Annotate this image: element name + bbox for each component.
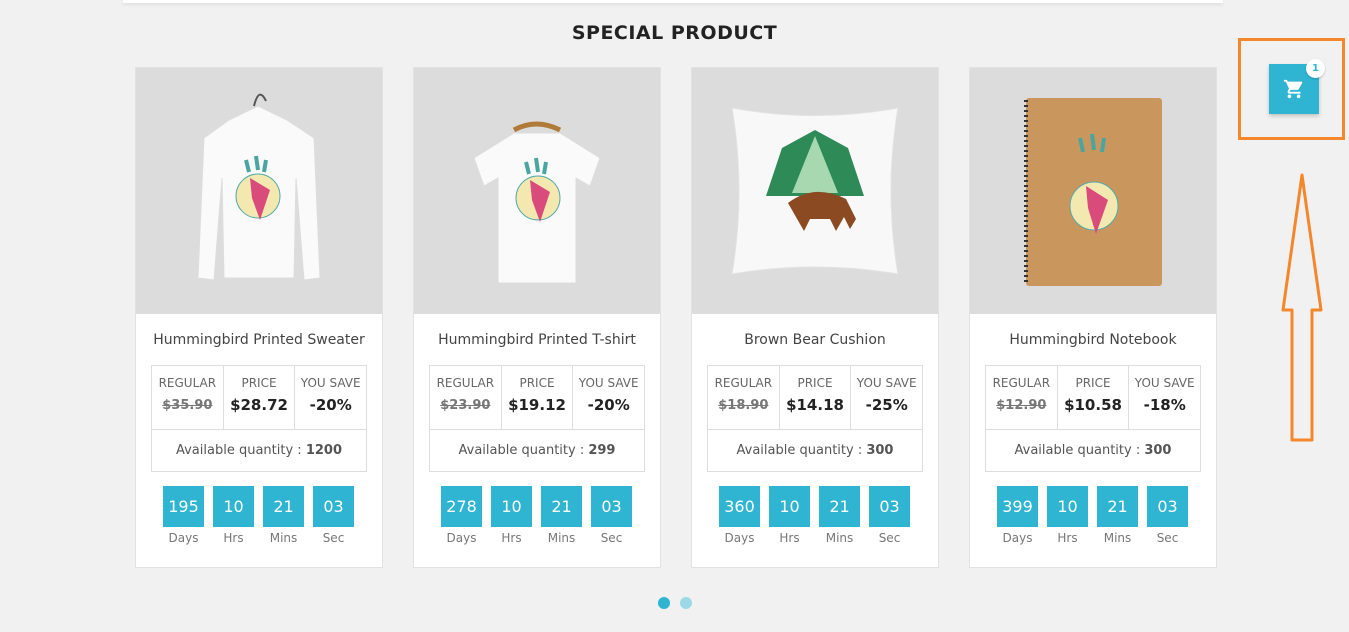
cart-icon [1283, 79, 1303, 99]
available-quantity: Available quantity : 299 [458, 443, 616, 458]
seconds-label: Sec [322, 531, 345, 545]
countdown-hours: 10 [1047, 486, 1088, 527]
regular-price: $35.90 [162, 398, 213, 413]
save-percent: -18% [1143, 396, 1186, 414]
regular-label: REGULAR [158, 376, 217, 390]
countdown: 360 Days 10 Hrs 21 Mins 03 Sec [719, 486, 919, 546]
seconds-label: Sec [600, 531, 623, 545]
minutes-label: Mins [1103, 531, 1132, 545]
you-save-label: YOU SAVE [1134, 376, 1195, 390]
current-price: $10.58 [1064, 396, 1122, 414]
price-table: REGULAR $18.90 PRICE $14.18 YOU SAVE -25% A… [707, 365, 923, 472]
cart-count-badge: 1 [1306, 59, 1325, 78]
regular-price: $23.90 [440, 398, 491, 413]
you-save-label: YOU SAVE [300, 376, 361, 390]
tshirt-image[interactable] [414, 68, 660, 314]
minutes-label: Mins [269, 531, 298, 545]
product-card[interactable]: Hummingbird Printed Sweater REGULAR $35.9… [135, 67, 383, 568]
product-card[interactable]: Hummingbird Notebook REGULAR $12.90 PRICE… [969, 67, 1217, 568]
price-table: REGULAR $35.90 PRICE $28.72 YOU SAVE -20% A… [151, 365, 367, 472]
countdown: 278 Days 10 Hrs 21 Mins 03 Sec [441, 486, 641, 546]
countdown: 399 Days 10 Hrs 21 Mins 03 Sec [997, 486, 1197, 546]
save-percent: -25% [865, 396, 908, 414]
countdown-minutes: 21 [1097, 486, 1138, 527]
quantity-value: 300 [866, 443, 894, 458]
available-quantity: Available quantity : 300 [736, 443, 894, 458]
days-label: Days [168, 531, 199, 545]
minutes-label: Mins [825, 531, 854, 545]
days-label: Days [724, 531, 755, 545]
hours-label: Hrs [223, 531, 244, 545]
hours-label: Hrs [779, 531, 800, 545]
countdown-days: 195 [163, 486, 204, 527]
section-title: SPECIAL PRODUCT [571, 22, 778, 44]
countdown-days: 278 [441, 486, 482, 527]
save-percent: -20% [309, 396, 352, 414]
quantity-value: 300 [1144, 443, 1172, 458]
current-price: $14.18 [786, 396, 844, 414]
price-label: PRICE [241, 376, 277, 390]
price-label: PRICE [797, 376, 833, 390]
product-name[interactable]: Hummingbird Printed Sweater [136, 332, 382, 348]
sweater-image[interactable] [136, 68, 382, 314]
price-table: REGULAR $12.90 PRICE $10.58 YOU SAVE -18% A… [985, 365, 1201, 472]
you-save-label: YOU SAVE [578, 376, 639, 390]
countdown-seconds: 03 [591, 486, 632, 527]
countdown-hours: 10 [769, 486, 810, 527]
regular-price: $12.90 [996, 398, 1047, 413]
current-price: $19.12 [508, 396, 566, 414]
quantity-value: 299 [588, 443, 616, 458]
regular-label: REGULAR [714, 376, 773, 390]
notebook-image[interactable] [970, 68, 1216, 314]
cushion-image[interactable] [692, 68, 938, 314]
days-label: Days [1002, 531, 1033, 545]
countdown-minutes: 21 [263, 486, 304, 527]
regular-label: REGULAR [992, 376, 1051, 390]
quantity-value: 1200 [305, 443, 342, 458]
you-save-label: YOU SAVE [856, 376, 917, 390]
header-strip [123, 0, 1223, 3]
annotation-arrow-icon [1281, 173, 1323, 442]
price-label: PRICE [1075, 376, 1111, 390]
countdown-days: 399 [997, 486, 1038, 527]
carousel-dot-1[interactable] [658, 597, 670, 609]
save-percent: -20% [587, 396, 630, 414]
available-quantity: Available quantity : 1200 [175, 443, 342, 458]
countdown-seconds: 03 [313, 486, 354, 527]
regular-label: REGULAR [436, 376, 495, 390]
product-card[interactable]: Hummingbird Printed T-shirt REGULAR $23.9… [413, 67, 661, 568]
minutes-label: Mins [547, 531, 576, 545]
countdown-minutes: 21 [819, 486, 860, 527]
countdown-hours: 10 [213, 486, 254, 527]
countdown-days: 360 [719, 486, 760, 527]
product-name[interactable]: Hummingbird Printed T-shirt [414, 332, 660, 348]
seconds-label: Sec [878, 531, 901, 545]
current-price: $28.72 [230, 396, 288, 414]
seconds-label: Sec [1156, 531, 1179, 545]
regular-price: $18.90 [718, 398, 769, 413]
countdown-seconds: 03 [1147, 486, 1188, 527]
product-card[interactable]: Brown Bear Cushion REGULAR $18.90 PRICE $1… [691, 67, 939, 568]
countdown: 195 Days 10 Hrs 21 Mins 03 Sec [163, 486, 363, 546]
price-table: REGULAR $23.90 PRICE $19.12 YOU SAVE -20% A… [429, 365, 645, 472]
carousel-dot-2[interactable] [680, 597, 692, 609]
days-label: Days [446, 531, 477, 545]
price-label: PRICE [519, 376, 555, 390]
product-name[interactable]: Brown Bear Cushion [692, 332, 938, 348]
hours-label: Hrs [1057, 531, 1078, 545]
countdown-hours: 10 [491, 486, 532, 527]
available-quantity: Available quantity : 300 [1014, 443, 1172, 458]
hours-label: Hrs [501, 531, 522, 545]
countdown-seconds: 03 [869, 486, 910, 527]
product-name[interactable]: Hummingbird Notebook [970, 332, 1216, 348]
countdown-minutes: 21 [541, 486, 582, 527]
